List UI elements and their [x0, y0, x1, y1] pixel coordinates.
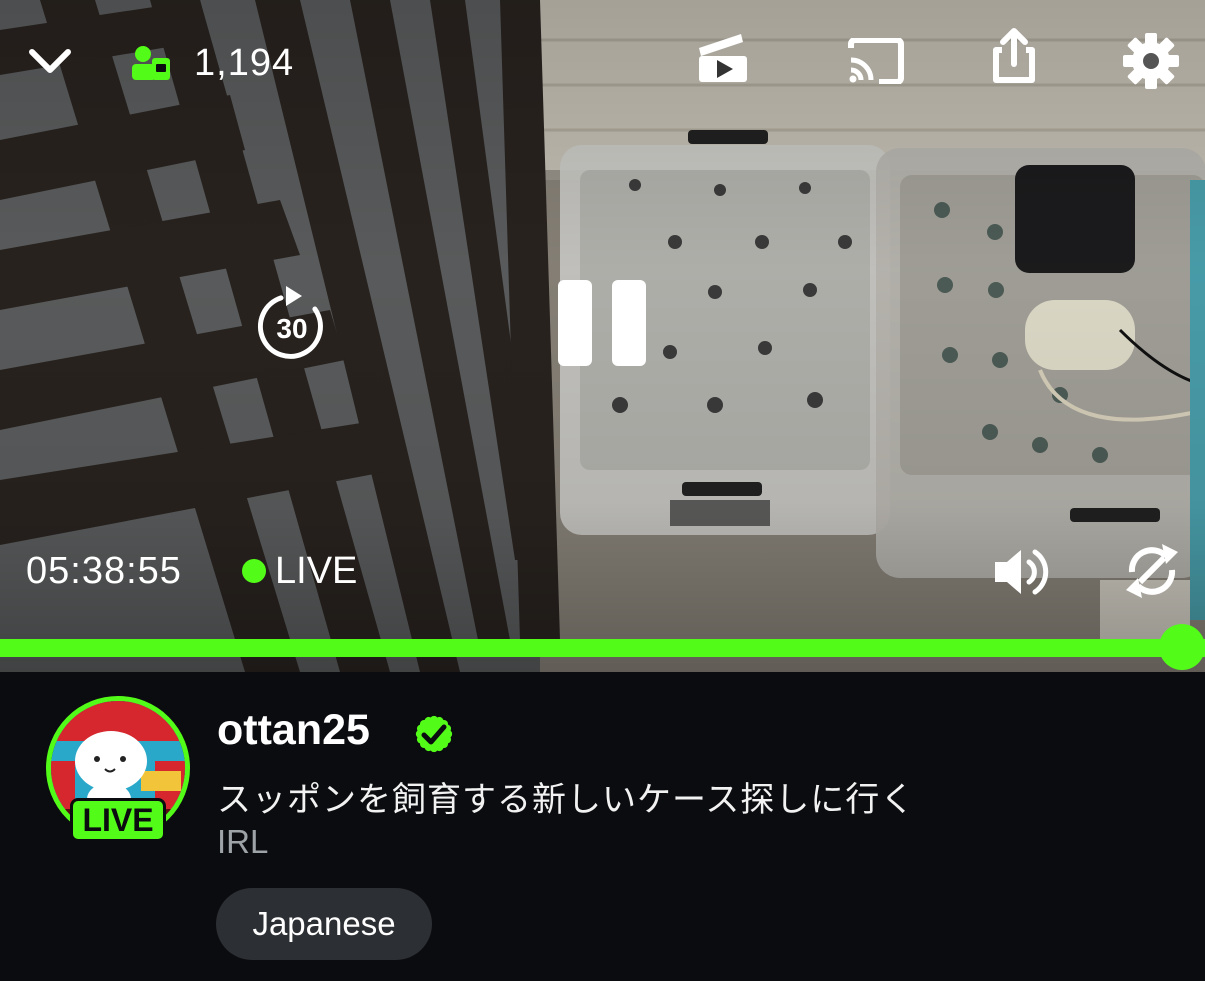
viewers-icon — [130, 44, 172, 87]
avatar-live-badge: LIVE — [70, 798, 166, 842]
stream-category[interactable]: IRL — [217, 823, 268, 861]
live-label[interactable]: LIVE — [275, 550, 357, 593]
pause-icon[interactable] — [556, 278, 650, 373]
elapsed-time: 05:38:55 — [26, 550, 182, 592]
progress-bar[interactable] — [0, 639, 1205, 657]
tag-chip[interactable]: Japanese — [216, 888, 432, 960]
verified-badge-icon — [408, 708, 460, 765]
rewind-30-icon[interactable]: 30 — [256, 284, 328, 365]
stream-title: スッポンを飼育する新しいケース探しに行く — [217, 781, 916, 819]
gear-icon[interactable] — [1122, 32, 1180, 95]
video-player[interactable]: 1,194 30 05:38:55 LIVE — [0, 0, 1205, 672]
viewer-count: 1,194 — [194, 42, 295, 84]
progress-handle[interactable] — [1159, 624, 1205, 670]
live-indicator-dot — [242, 559, 266, 583]
chevron-down-icon[interactable] — [26, 44, 74, 83]
seek-back-seconds: 30 — [276, 313, 307, 344]
volume-icon[interactable] — [991, 544, 1051, 605]
clip-icon[interactable] — [697, 30, 751, 89]
channel-name[interactable]: ottan25 — [217, 706, 370, 755]
channel-avatar[interactable]: LIVE — [46, 696, 194, 846]
share-icon[interactable] — [990, 26, 1038, 91]
rotate-icon[interactable] — [1122, 542, 1182, 605]
cast-icon[interactable] — [847, 37, 905, 89]
